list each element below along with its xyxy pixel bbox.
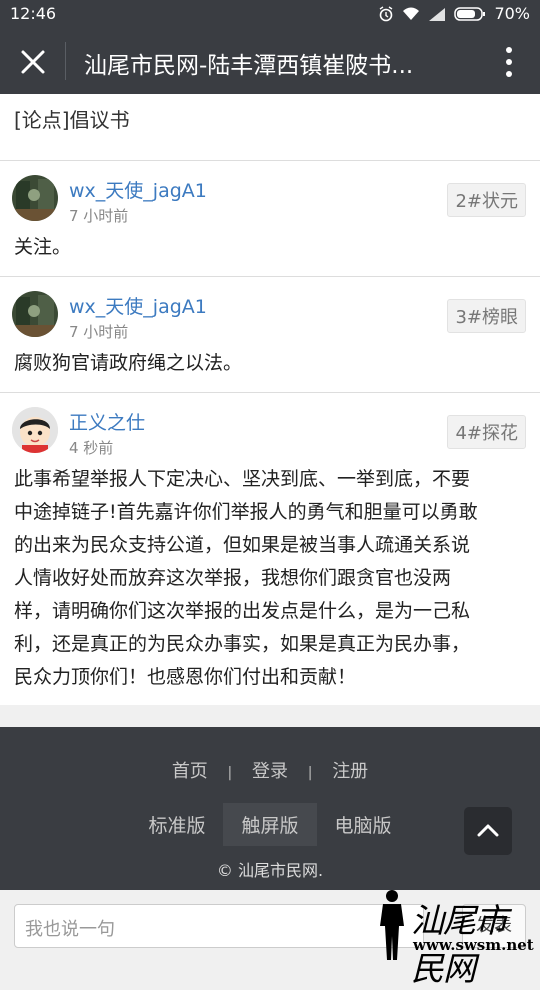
watermark-url: www.swsm.net	[413, 936, 534, 954]
signal-icon	[428, 7, 446, 21]
page-title: 汕尾市民网-陆丰潭西镇崔陂书...	[84, 53, 414, 79]
floor-badge: 3#榜眼	[447, 299, 526, 333]
thread-content: [论点]倡议书 wx_天使_jagA1 7 小时前 2#状元 关注。 wx_天使…	[0, 94, 540, 705]
post-body-line: 此事希望举报人下定决心、坚决到底、一举到底，不要	[14, 468, 471, 490]
footer-link-login[interactable]: 登录	[252, 761, 288, 782]
avatar[interactable]	[12, 291, 58, 337]
site-watermark: 汕尾市民网 www.swsm.net	[375, 880, 537, 988]
alarm-icon	[378, 5, 394, 22]
username-link[interactable]: 正义之仕	[69, 408, 145, 435]
avatar[interactable]	[12, 407, 58, 453]
site-footer: 首页 | 登录 | 注册 标准版 触屏版 电脑版 © 汕尾市民网.	[0, 727, 540, 890]
footer-separator: |	[307, 765, 313, 781]
reply-post: wx_天使_jagA1 7 小时前 3#榜眼 腐败狗官请政府绳之以法。	[0, 277, 540, 393]
post-body-line: 关注。	[14, 236, 72, 258]
reply-post: wx_天使_jagA1 7 小时前 2#状元 关注。	[0, 161, 540, 277]
floor-badge: 4#探花	[447, 415, 526, 449]
floor-badge: 2#状元	[447, 183, 526, 217]
post-body: 关注。	[14, 231, 71, 264]
post-body: 腐败狗官请政府绳之以法。	[14, 347, 242, 380]
version-switcher: 标准版 触屏版 电脑版	[0, 803, 540, 846]
post-time: 4 秒前	[69, 439, 114, 457]
wifi-icon	[402, 7, 420, 21]
footer-separator: |	[227, 765, 233, 781]
battery-percent: 70%	[494, 4, 530, 23]
username-link[interactable]: wx_天使_jagA1	[69, 292, 207, 319]
footer-link-home[interactable]: 首页	[172, 761, 208, 782]
footer-link-register[interactable]: 注册	[332, 761, 368, 782]
avatar[interactable]	[12, 175, 58, 221]
title-bar: 汕尾市民网-陆丰潭西镇崔陂书...	[0, 28, 540, 94]
copyright: © 汕尾市民网.	[216, 861, 324, 880]
post-time: 7 小时前	[69, 207, 129, 225]
post-body-line: 腐败狗官请政府绳之以法。	[14, 352, 243, 374]
post-body-line: 民众力顶你们！也感恩你们付出和贡献！	[14, 666, 357, 688]
post-body-line: 的出来为民众支持公道，但如果是被当事人疏通关系说	[14, 534, 471, 556]
version-desktop[interactable]: 电脑版	[317, 803, 410, 846]
reply-input[interactable]: 我也说一句	[14, 904, 424, 948]
post-time: 7 小时前	[69, 323, 129, 341]
username-link[interactable]: wx_天使_jagA1	[69, 176, 207, 203]
version-standard[interactable]: 标准版	[130, 803, 223, 846]
title-divider	[65, 42, 66, 80]
status-bar: 12:46 70%	[0, 0, 540, 28]
topic-header: [论点]倡议书	[0, 94, 540, 161]
post-body-line: 人情收好处而放弃这次举报，我想你们跟贪官也没两	[14, 567, 452, 589]
battery-icon	[454, 6, 486, 21]
topic-title: [论点]倡议书	[14, 108, 130, 132]
more-vertical-icon[interactable]	[504, 46, 514, 78]
post-body: 此事希望举报人下定决心、坚决到底、一举到底，不要 中途掉链子!首先嘉许你们举报人…	[14, 463, 478, 694]
version-touch[interactable]: 触屏版	[223, 803, 317, 846]
close-icon[interactable]	[18, 47, 48, 77]
post-body-line: 样，请明确你们这次举报的出发点是什么，是为一己私	[14, 600, 471, 622]
post-body-line: 中途掉链子!首先嘉许你们举报人的勇气和胆量可以勇敢	[14, 501, 478, 523]
footer-nav: 首页 | 登录 | 注册	[0, 757, 540, 783]
reply-post: 正义之仕 4 秒前 4#探花 此事希望举报人下定决心、坚决到底、一举到底，不要 …	[0, 393, 540, 705]
post-body-line: 利，还是真正的为民众办事实，如果是真正为民办事，	[14, 633, 471, 655]
back-to-top-button[interactable]	[464, 807, 512, 855]
status-time: 12:46	[10, 4, 57, 23]
figure-silhouette-icon	[380, 890, 404, 960]
